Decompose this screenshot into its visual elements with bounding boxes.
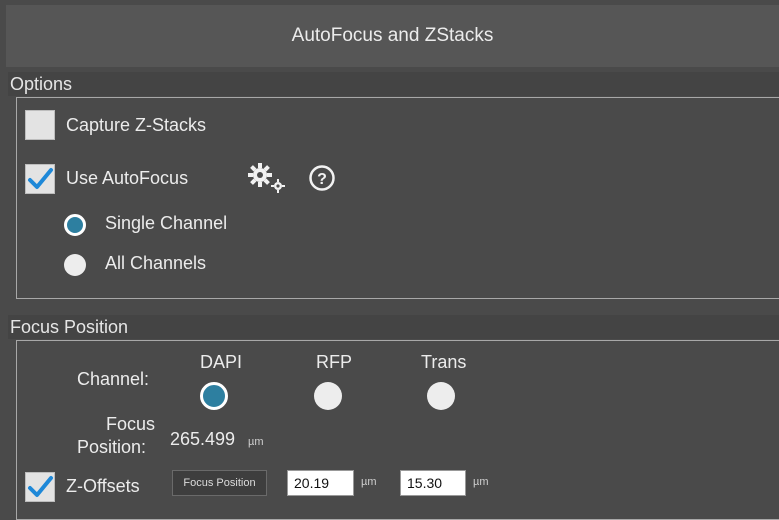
channel-rfp-radio[interactable] bbox=[314, 382, 342, 410]
zoffset-value1-input[interactable] bbox=[287, 470, 354, 496]
use-autofocus-label: Use AutoFocus bbox=[66, 168, 189, 188]
channel-trans-label: Trans bbox=[421, 352, 467, 372]
window-title-bar: AutoFocus and ZStacks bbox=[6, 5, 779, 67]
all-channels-radio[interactable] bbox=[64, 254, 86, 276]
checkmark-icon bbox=[28, 168, 53, 189]
channel-dapi-radio[interactable] bbox=[200, 382, 228, 410]
all-channels-label: All Channels bbox=[105, 253, 207, 273]
options-section-header: Options bbox=[8, 72, 779, 96]
focus-position-value: 265.499 bbox=[170, 429, 236, 449]
options-header-label: Options bbox=[10, 74, 73, 94]
focus-position-label-line2: Position: bbox=[77, 437, 147, 457]
focus-position-reference-label: Focus Position bbox=[183, 477, 256, 489]
use-autofocus-checkbox[interactable] bbox=[25, 164, 55, 194]
channel-trans-radio[interactable] bbox=[427, 382, 455, 410]
single-channel-label: Single Channel bbox=[105, 213, 228, 233]
zoffset-value2-input[interactable] bbox=[400, 470, 466, 496]
gears-icon[interactable] bbox=[247, 162, 287, 199]
capture-zstacks-checkbox[interactable] bbox=[25, 110, 55, 140]
focus-position-unit: µm bbox=[248, 436, 264, 448]
channel-label: Channel: bbox=[77, 369, 150, 389]
focus-position-section-header: Focus Position bbox=[8, 315, 779, 339]
zoffsets-label: Z-Offsets bbox=[66, 476, 140, 496]
capture-zstacks-label: Capture Z-Stacks bbox=[66, 115, 207, 135]
zoffset-unit2: µm bbox=[473, 476, 489, 488]
channel-rfp-label: RFP bbox=[316, 352, 352, 372]
checkmark-icon bbox=[28, 476, 53, 497]
channel-dapi-label: DAPI bbox=[200, 352, 243, 372]
single-channel-radio[interactable] bbox=[64, 214, 86, 236]
focus-position-reference-button[interactable]: Focus Position bbox=[172, 470, 267, 496]
window-title: AutoFocus and ZStacks bbox=[291, 25, 494, 46]
focus-position-label-line1: Focus bbox=[106, 414, 156, 434]
zoffsets-checkbox[interactable] bbox=[25, 472, 55, 502]
zoffset-unit1: µm bbox=[361, 476, 377, 488]
help-symbol: ? bbox=[317, 171, 327, 188]
focus-position-header-label: Focus Position bbox=[10, 317, 129, 337]
help-icon[interactable]: ? bbox=[308, 164, 336, 197]
